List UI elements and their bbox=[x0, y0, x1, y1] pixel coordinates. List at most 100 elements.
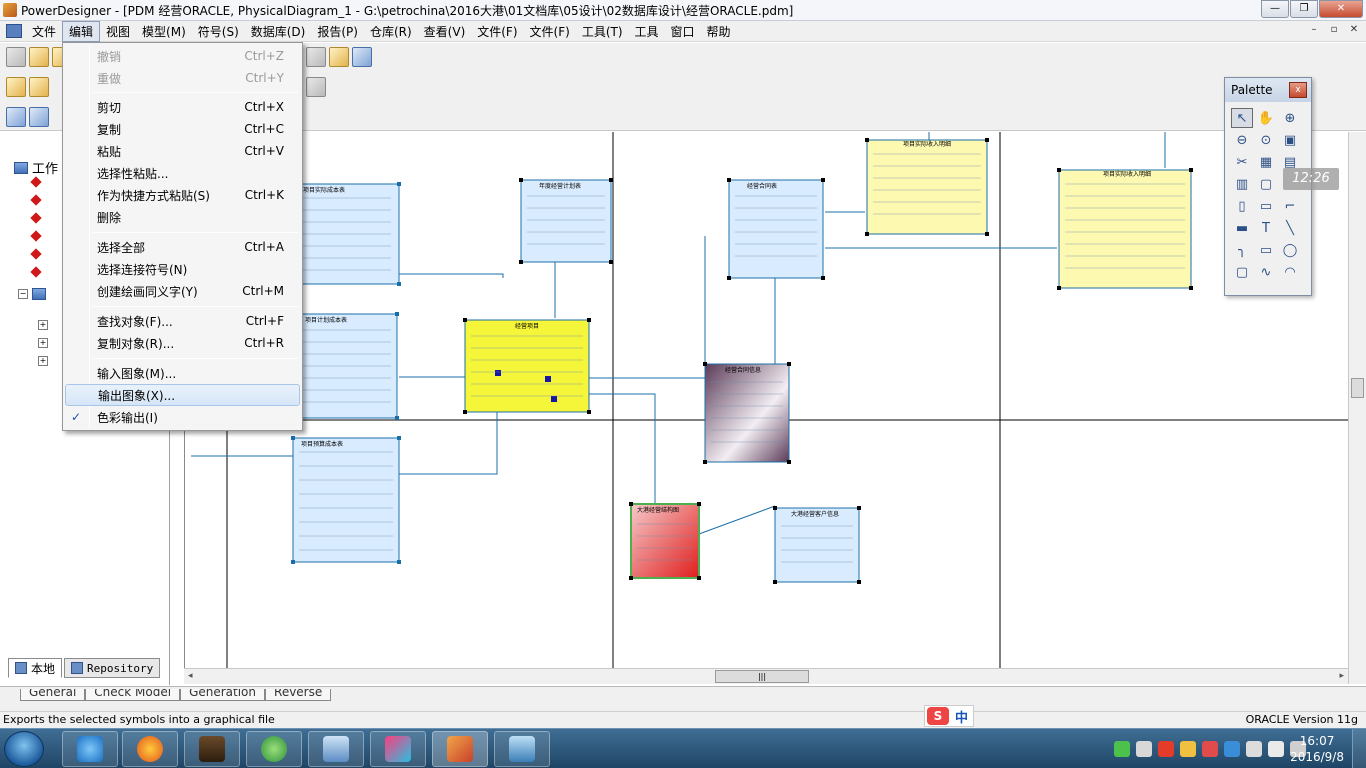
taskbar-firefox[interactable] bbox=[122, 731, 178, 767]
ime-indicator[interactable]: S 中 bbox=[924, 705, 974, 727]
tab-check-model[interactable]: Check Model bbox=[85, 689, 181, 701]
tab-repository[interactable]: Repository bbox=[64, 658, 161, 678]
table-project-budget-cost[interactable]: 项目预算成本表 bbox=[291, 436, 401, 564]
menu-edit[interactable]: 编辑 bbox=[62, 20, 101, 42]
menu-file-f1[interactable]: 文件(F) bbox=[471, 22, 523, 41]
tree-item[interactable] bbox=[30, 230, 44, 242]
model-icon[interactable] bbox=[29, 77, 49, 97]
package-icon[interactable] bbox=[6, 77, 26, 97]
tree-expand[interactable]: + bbox=[38, 338, 52, 348]
tab-local[interactable]: 本地 bbox=[8, 658, 63, 678]
file-tool-icon[interactable]: ▯ bbox=[1231, 196, 1253, 216]
pointer-tool-icon[interactable]: ↖ bbox=[1231, 108, 1253, 128]
vertical-scroll-thumb[interactable] bbox=[1351, 378, 1364, 398]
doc-close-button[interactable]: ✕ bbox=[1346, 23, 1362, 37]
qq-icon[interactable] bbox=[1180, 741, 1196, 757]
open-package-tool-icon[interactable]: ⊙ bbox=[1255, 130, 1277, 150]
diagram-svg[interactable]: 项目实际成本表 项目计划成本表 项目预算成本表 经营项目 年度经营计划表 经营合… bbox=[185, 132, 1348, 668]
open-icon[interactable] bbox=[29, 47, 49, 67]
display-icon[interactable] bbox=[1246, 741, 1262, 757]
close-button[interactable]: ✕ bbox=[1319, 0, 1363, 18]
collapse-icon[interactable]: − bbox=[18, 289, 28, 299]
tree-item[interactable] bbox=[30, 266, 44, 278]
security-icon[interactable] bbox=[1202, 741, 1218, 757]
flag-icon[interactable] bbox=[1268, 741, 1284, 757]
line-tool-icon[interactable]: ╲ bbox=[1279, 218, 1301, 238]
text-tool-icon[interactable]: T bbox=[1255, 218, 1277, 238]
tree-expand[interactable]: + bbox=[38, 320, 52, 330]
menu-item-paste-as-shortcut[interactable]: 作为快捷方式粘贴(S) Ctrl+K bbox=[65, 184, 300, 206]
menu-item-import-image[interactable]: 输入图象(M)... bbox=[65, 362, 300, 384]
tree-expand[interactable]: + bbox=[38, 356, 52, 366]
properties-icon[interactable] bbox=[329, 47, 349, 67]
package-tool-icon[interactable]: ▦ bbox=[1255, 152, 1277, 172]
tree-item[interactable] bbox=[30, 194, 44, 206]
palette-close-button[interactable]: x bbox=[1289, 82, 1307, 98]
tree-root[interactable]: 工作 bbox=[14, 158, 58, 177]
antivirus-icon[interactable] bbox=[1158, 741, 1174, 757]
update-icon[interactable] bbox=[1224, 741, 1240, 757]
menu-symbol[interactable]: 符号(S) bbox=[192, 22, 245, 41]
rectangle-tool-icon[interactable]: ▭ bbox=[1255, 240, 1277, 260]
menu-item-paste-special[interactable]: 选择性粘贴... bbox=[65, 162, 300, 184]
network-icon[interactable] bbox=[1114, 741, 1130, 757]
menu-file-f2[interactable]: 文件(F) bbox=[524, 22, 576, 41]
help-icon[interactable] bbox=[352, 47, 372, 67]
menu-report[interactable]: 报告(P) bbox=[311, 22, 364, 41]
menu-query[interactable]: 查看(V) bbox=[418, 22, 472, 41]
menu-item-redo[interactable]: 重做 Ctrl+Y bbox=[65, 67, 300, 89]
menu-item-export-image[interactable]: 输出图象(X)... bbox=[65, 384, 300, 406]
rounded-rectangle-tool-icon[interactable]: ▢ bbox=[1231, 262, 1253, 282]
scroll-right-icon[interactable]: ▸ bbox=[1339, 671, 1344, 681]
menu-window[interactable]: 窗口 bbox=[665, 22, 701, 41]
polygon-tool-icon[interactable]: ◠ bbox=[1279, 262, 1301, 282]
arc-tool-icon[interactable]: ╮ bbox=[1231, 240, 1253, 260]
group-icon[interactable] bbox=[29, 107, 49, 127]
table-contract-info[interactable]: 经营合同信息 bbox=[703, 362, 791, 464]
taskbar-image-viewer[interactable] bbox=[494, 731, 550, 767]
minimize-button[interactable]: — bbox=[1261, 0, 1289, 18]
link-tool-icon[interactable]: ⌐ bbox=[1279, 196, 1301, 216]
menu-item-select-all[interactable]: 选择全部 Ctrl+A bbox=[65, 236, 300, 258]
taskbar-docs[interactable] bbox=[308, 731, 364, 767]
menu-item-select-links[interactable]: 选择连接符号(N) bbox=[65, 258, 300, 280]
redo-icon[interactable] bbox=[306, 47, 326, 67]
show-desktop-button[interactable] bbox=[1352, 729, 1366, 768]
zoom-in-tool-icon[interactable]: ⊕ bbox=[1279, 108, 1301, 128]
align-icon[interactable] bbox=[6, 107, 26, 127]
menu-tools-t[interactable]: 工具(T) bbox=[576, 22, 629, 41]
document-window-icon[interactable] bbox=[6, 24, 22, 38]
polyline-tool-icon[interactable]: ∿ bbox=[1255, 262, 1277, 282]
menu-file[interactable]: 文件 bbox=[26, 22, 62, 41]
zoom-out-tool-icon[interactable]: ⊖ bbox=[1231, 130, 1253, 150]
delete-tool-icon[interactable]: ✂ bbox=[1231, 152, 1253, 172]
tree-item[interactable] bbox=[30, 248, 44, 260]
tree-item[interactable] bbox=[30, 212, 44, 224]
menu-item-create-synonym[interactable]: 创建绘画同义字(Y) Ctrl+M bbox=[65, 280, 300, 302]
start-button[interactable] bbox=[4, 731, 44, 767]
menu-item-delete[interactable]: 删除 bbox=[65, 206, 300, 228]
new-icon[interactable] bbox=[6, 47, 26, 67]
diagram-canvas[interactable]: 项目实际成本表 项目计划成本表 项目预算成本表 经营项目 年度经营计划表 经营合… bbox=[184, 132, 1348, 668]
tree-item[interactable] bbox=[30, 176, 44, 188]
table-income-detail-2[interactable]: 项目实际收入明细 bbox=[1057, 168, 1193, 290]
taskbar-ie[interactable] bbox=[62, 731, 118, 767]
scroll-left-icon[interactable]: ◂ bbox=[188, 671, 193, 681]
menu-item-duplicate[interactable]: 复制对象(R)... Ctrl+R bbox=[65, 332, 300, 354]
table-annual-plan[interactable]: 年度经营计划表 bbox=[519, 178, 613, 264]
taskbar-app[interactable] bbox=[370, 731, 426, 767]
menu-model[interactable]: 模型(M) bbox=[136, 22, 192, 41]
tab-generation[interactable]: Generation bbox=[180, 689, 266, 701]
doc-minimize-button[interactable]: – bbox=[1306, 23, 1322, 37]
menu-tools[interactable]: 工具 bbox=[629, 22, 665, 41]
procedure-tool-icon[interactable]: ▢ bbox=[1255, 174, 1277, 194]
horizontal-scrollbar[interactable]: ◂ ||| ▸ bbox=[184, 668, 1348, 684]
menu-help[interactable]: 帮助 bbox=[701, 22, 737, 41]
table-customer-info[interactable]: 大港经营客户信息 bbox=[773, 506, 861, 584]
taskbar-javaee[interactable] bbox=[184, 731, 240, 767]
table-business-contract[interactable]: 经营合同表 bbox=[727, 178, 825, 280]
table-structure-chart[interactable]: 大港经营结构图 bbox=[629, 502, 701, 580]
table-income-detail-1[interactable]: 项目实际收入明细 bbox=[865, 138, 989, 236]
doc-restore-button[interactable]: ▫ bbox=[1326, 23, 1342, 37]
ime-mode[interactable]: 中 bbox=[955, 707, 968, 726]
